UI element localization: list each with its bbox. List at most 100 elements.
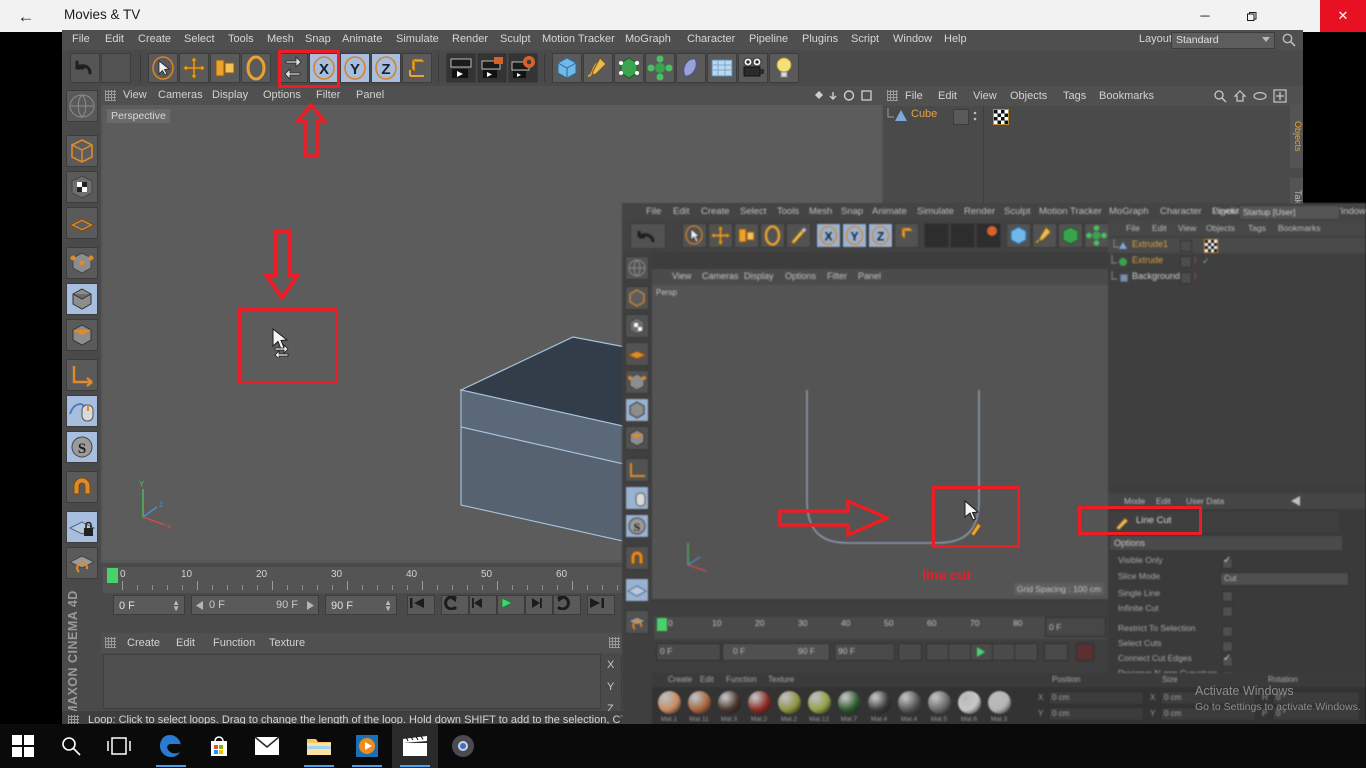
edges-mode-icon[interactable] [66, 207, 98, 239]
n-menu-simulate[interactable]: Simulate [917, 206, 954, 217]
nested-object-row-background[interactable]: Background ! [1108, 270, 1366, 285]
object-visibility-tag[interactable] [953, 109, 969, 125]
n-menu-sculpt[interactable]: Sculpt [1004, 206, 1030, 217]
n-object-axis-icon[interactable] [625, 426, 649, 450]
n-menu-file[interactable]: File [646, 206, 661, 217]
om-menu-file[interactable]: File [905, 90, 923, 102]
checkbox[interactable] [1222, 653, 1233, 667]
menu-file[interactable]: File [72, 33, 90, 45]
n-attr-back-icon[interactable] [1290, 496, 1302, 506]
cube-primitive-icon[interactable] [552, 53, 582, 83]
menu-render[interactable]: Render [452, 33, 488, 45]
material-sphere[interactable] [928, 691, 951, 714]
search-icon[interactable] [1281, 32, 1297, 48]
nurbs-icon[interactable] [614, 53, 644, 83]
n-y-axis-icon[interactable]: Y [842, 223, 867, 248]
menu-tools[interactable]: Tools [228, 33, 254, 45]
menu-snap[interactable]: Snap [305, 33, 331, 45]
move-icon[interactable] [179, 53, 209, 83]
menu-window[interactable]: Window [893, 33, 932, 45]
menu-help[interactable]: Help [944, 33, 967, 45]
menu-sculpt[interactable]: Sculpt [500, 33, 531, 45]
material-sphere[interactable] [838, 691, 861, 714]
render-view-icon[interactable] [446, 53, 476, 83]
mail-icon[interactable] [244, 724, 290, 768]
material-sphere[interactable] [988, 691, 1011, 714]
n-magn[interactable] [625, 546, 649, 570]
option-restrict-to-selection[interactable]: Restrict To Selection [1118, 623, 1233, 638]
slice-mode-select[interactable]: Cut [1220, 572, 1349, 586]
file-explorer-icon[interactable] [296, 724, 342, 768]
n-undo-icon[interactable] [630, 223, 666, 249]
n-record-icon[interactable] [1076, 643, 1094, 661]
n-axis-modify-icon[interactable] [625, 458, 649, 482]
store-icon[interactable] [196, 724, 242, 768]
make-editable-icon[interactable] [66, 90, 98, 122]
n-scale-icon[interactable] [734, 223, 759, 248]
n-loop-icon[interactable] [1014, 643, 1038, 661]
undo-icon[interactable] [70, 53, 100, 83]
menu-plugins[interactable]: Plugins [802, 33, 838, 45]
object-row-cube[interactable]: Cube [883, 108, 1303, 125]
n-step-back-icon[interactable] [948, 643, 972, 661]
object-dots-icon[interactable] [972, 110, 978, 122]
n-preview-range[interactable]: 0 F 90 F [722, 643, 830, 661]
layout-select[interactable]: Standard [1171, 32, 1275, 49]
redo-icon[interactable] [101, 53, 131, 83]
max-frame-field[interactable]: 90 F ▲ ▼ [325, 595, 397, 615]
render-settings-icon[interactable] [508, 53, 538, 83]
n-attr-mode[interactable]: Mode [1124, 496, 1145, 506]
playhead-marker[interactable] [107, 568, 118, 583]
checkbox[interactable] [1222, 606, 1233, 617]
n-points-mode-icon[interactable] [625, 314, 649, 338]
n-array-icon[interactable] [1084, 223, 1109, 248]
menu-select[interactable]: Select [184, 33, 215, 45]
n-menu-mograph[interactable]: MoGraph [1109, 206, 1149, 217]
n-texture-mode-icon[interactable] [625, 286, 649, 310]
n-menu-character[interactable]: Character [1160, 206, 1202, 217]
preview-range-field[interactable]: 0 F 90 F [191, 595, 319, 615]
search-icon[interactable] [48, 724, 94, 768]
n-rot-h-field[interactable]: 0 ° [1272, 691, 1360, 705]
n-go-to-end-icon[interactable] [1044, 643, 1068, 661]
material-sphere[interactable] [778, 691, 801, 714]
scene-icon[interactable] [707, 53, 737, 83]
n-make-editable-icon[interactable] [625, 256, 649, 280]
mm-menu-edit[interactable]: Edit [176, 637, 195, 649]
material-sphere[interactable] [718, 691, 741, 714]
mm-menu-function[interactable]: Function [213, 637, 255, 649]
axis-modify-icon[interactable] [66, 359, 98, 391]
checkbox[interactable] [1222, 641, 1233, 652]
nested-playhead-marker[interactable] [657, 618, 667, 631]
object-axis-icon[interactable] [66, 319, 98, 351]
viewport-menu-cameras[interactable]: Cameras [158, 89, 203, 101]
scale-icon[interactable] [210, 53, 240, 83]
n-step-forward-icon[interactable] [992, 643, 1016, 661]
n-pos-y-field[interactable]: 0 cm [1048, 707, 1144, 721]
option-slice-mode[interactable]: Slice Mode Cut [1118, 571, 1349, 586]
nested-object-row-extrude1[interactable]: Extrude1 [1108, 238, 1366, 253]
play-icon[interactable] [497, 595, 525, 615]
live-selection-icon[interactable] [148, 53, 178, 83]
n-snap-icon[interactable]: S [625, 514, 649, 538]
go-to-end-icon[interactable] [587, 595, 615, 615]
material-sphere[interactable] [688, 691, 711, 714]
close-button[interactable]: ✕ [1320, 0, 1366, 32]
nested-object-row-extrude[interactable]: Extrude ! ✓ [1108, 254, 1366, 269]
n-polygons-mode-icon[interactable] [625, 370, 649, 394]
y-axis-icon[interactable]: Y [340, 53, 370, 83]
panel-tab-objects[interactable]: Objects [1290, 104, 1303, 168]
n-size-y-field[interactable]: 0 cm [1160, 707, 1256, 721]
n-cube-primitive-icon[interactable] [1006, 223, 1031, 248]
n-mm-function[interactable]: Function [726, 675, 757, 684]
n-obj-tag[interactable] [1180, 240, 1192, 252]
n-nurbs-icon[interactable] [1058, 223, 1083, 248]
menu-edit[interactable]: Edit [105, 33, 124, 45]
n-rot-p-field[interactable]: 0 ° [1272, 707, 1360, 721]
menu-mograph[interactable]: MoGraph [625, 33, 671, 45]
n-frame-field[interactable]: 0 F [656, 643, 721, 661]
checkbox[interactable] [1222, 555, 1233, 569]
n-render-view-icon[interactable] [924, 223, 949, 248]
panel-grip-icon[interactable] [105, 637, 116, 648]
option-select-cuts[interactable]: Select Cuts [1118, 638, 1233, 653]
